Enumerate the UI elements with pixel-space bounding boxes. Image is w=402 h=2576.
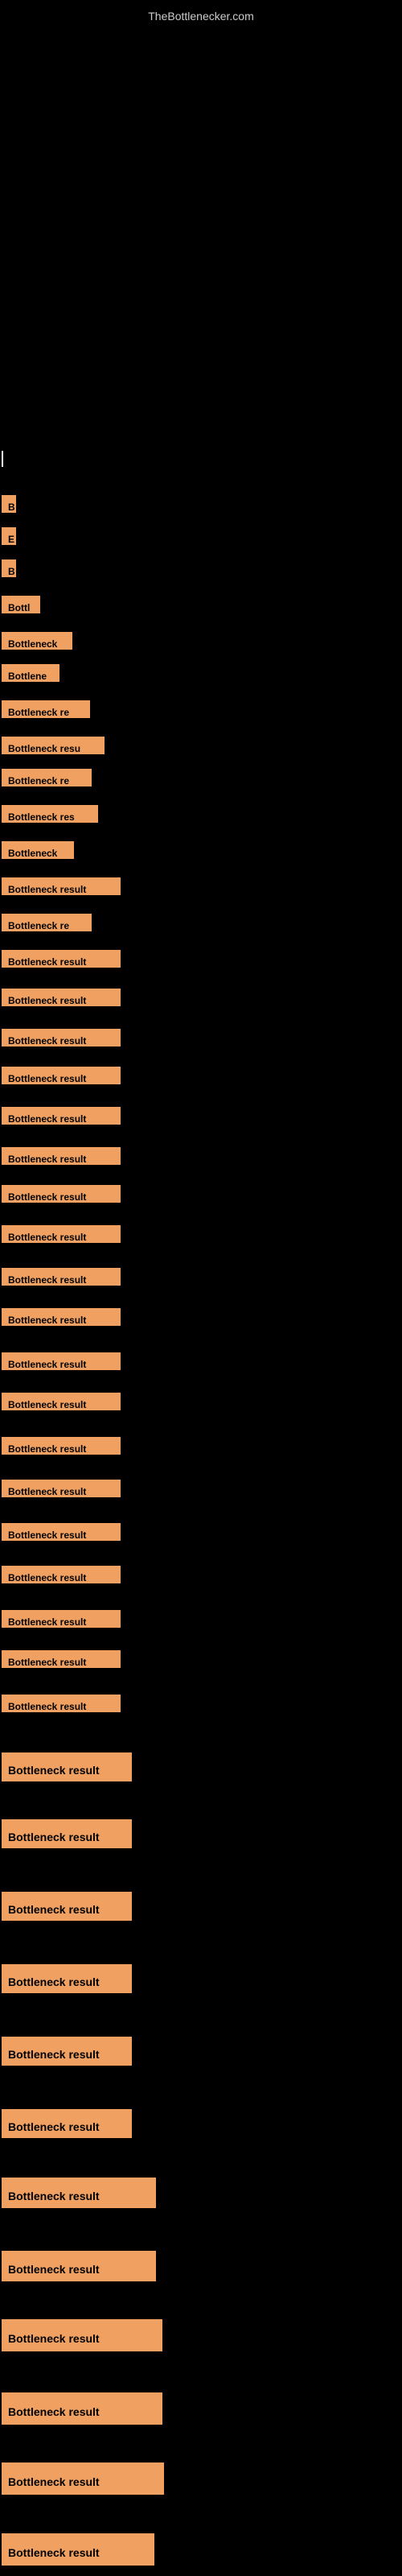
bottleneck-result-label-14[interactable]: Bottleneck re — [2, 914, 92, 931]
bottleneck-result-label-28[interactable]: Bottleneck result — [2, 1480, 121, 1497]
bottleneck-result-label-32[interactable]: Bottleneck result — [2, 1650, 121, 1668]
bottleneck-result-label-44[interactable]: Bottleneck result — [2, 2462, 164, 2495]
bottleneck-result-label-15[interactable]: Bottleneck result — [2, 950, 121, 968]
bottleneck-result-label-11[interactable]: Bottleneck res — [2, 805, 98, 823]
bottleneck-result-label-22[interactable]: Bottleneck result — [2, 1225, 121, 1243]
bottleneck-result-label-9[interactable]: Bottleneck resu — [2, 737, 105, 754]
bottleneck-result-label-41[interactable]: Bottleneck result — [2, 2251, 156, 2281]
bottleneck-result-label-24[interactable]: Bottleneck result — [2, 1308, 121, 1326]
bottleneck-result-label-18[interactable]: Bottleneck result — [2, 1067, 121, 1084]
bottleneck-result-label-30[interactable]: Bottleneck result — [2, 1566, 121, 1583]
bottleneck-result-label-43[interactable]: Bottleneck result — [2, 2392, 162, 2425]
bottleneck-result-label-4[interactable]: B — [2, 559, 16, 577]
bottleneck-result-label-8[interactable]: Bottleneck re — [2, 700, 90, 718]
bottleneck-result-label-13[interactable]: Bottleneck result — [2, 877, 121, 895]
bottleneck-result-label-27[interactable]: Bottleneck result — [2, 1437, 121, 1455]
bottleneck-result-label-39[interactable]: Bottleneck result — [2, 2109, 132, 2138]
bottleneck-result-label-7[interactable]: Bottlene — [2, 664, 59, 682]
bottleneck-result-label-37[interactable]: Bottleneck result — [2, 1964, 132, 1993]
bottleneck-result-label-35[interactable]: Bottleneck result — [2, 1819, 132, 1848]
bottleneck-result-label-10[interactable]: Bottleneck re — [2, 769, 92, 786]
bottleneck-result-label-3[interactable]: E — [2, 527, 16, 545]
bottleneck-result-label-26[interactable]: Bottleneck result — [2, 1393, 121, 1410]
bottleneck-result-label-20[interactable]: Bottleneck result — [2, 1147, 121, 1165]
bottleneck-result-label-40[interactable]: Bottleneck result — [2, 2178, 156, 2208]
bottleneck-result-label-12[interactable]: Bottleneck — [2, 841, 74, 859]
site-title: TheBottlenecker.com — [0, 3, 402, 29]
bottleneck-result-label-29[interactable]: Bottleneck result — [2, 1523, 121, 1541]
bottleneck-result-label-19[interactable]: Bottleneck result — [2, 1107, 121, 1125]
bottleneck-result-label-21[interactable]: Bottleneck result — [2, 1185, 121, 1203]
bottleneck-result-label-38[interactable]: Bottleneck result — [2, 2037, 132, 2066]
bottleneck-result-label-17[interactable]: Bottleneck result — [2, 1029, 121, 1046]
bottleneck-result-label-16[interactable]: Bottleneck result — [2, 989, 121, 1006]
bottleneck-result-label-5[interactable]: Bottl — [2, 596, 40, 613]
bottleneck-result-label-45[interactable]: Bottleneck result — [2, 2533, 154, 2566]
bottleneck-result-label-42[interactable]: Bottleneck result — [2, 2319, 162, 2351]
bottleneck-result-label-34[interactable]: Bottleneck result — [2, 1752, 132, 1781]
bottleneck-result-label-25[interactable]: Bottleneck result — [2, 1352, 121, 1370]
bottleneck-result-label-31[interactable]: Bottleneck result — [2, 1610, 121, 1628]
bottleneck-result-label-23[interactable]: Bottleneck result — [2, 1268, 121, 1286]
bottleneck-result-label-36[interactable]: Bottleneck result — [2, 1892, 132, 1921]
cursor-indicator — [2, 451, 3, 467]
bottleneck-result-label-6[interactable]: Bottleneck — [2, 632, 72, 650]
bottleneck-result-label-33[interactable]: Bottleneck result — [2, 1695, 121, 1712]
bottleneck-result-label-2[interactable]: B — [2, 495, 16, 513]
